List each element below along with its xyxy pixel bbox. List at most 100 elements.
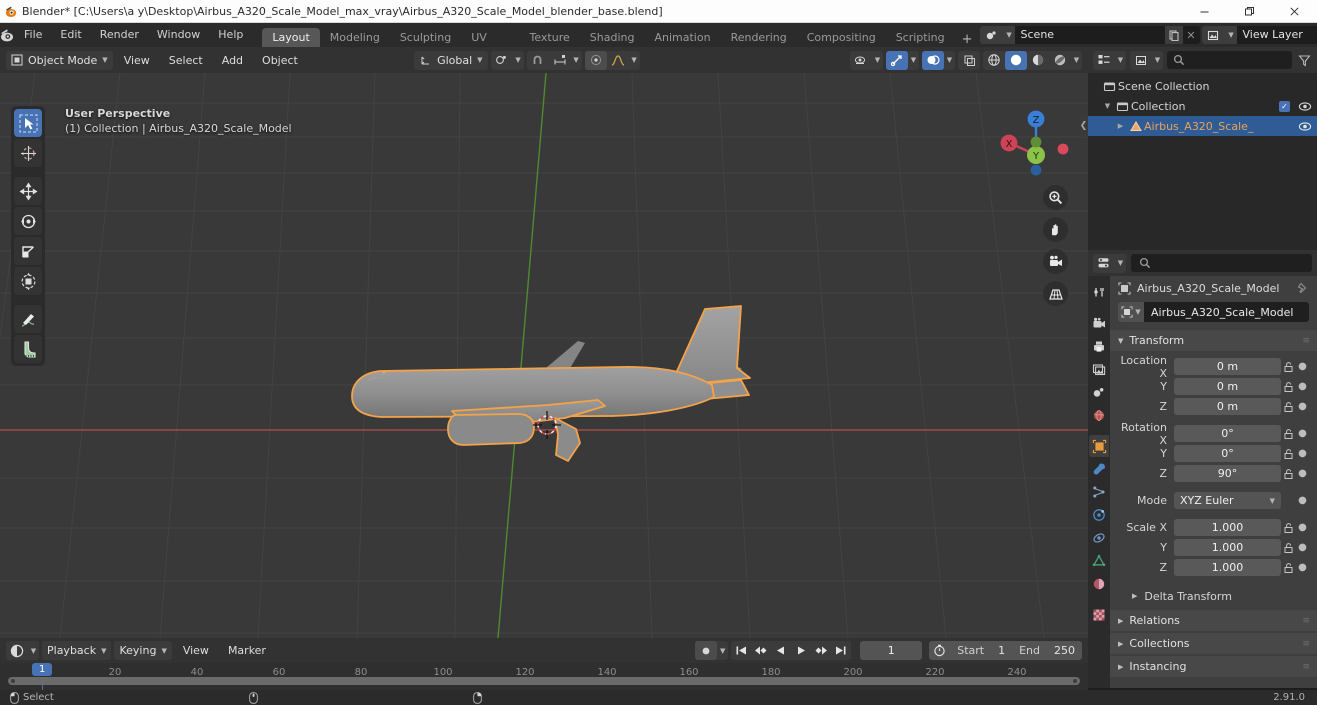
new-scene-button[interactable] (1164, 26, 1183, 44)
timeline-menu-playback[interactable]: Playback ▼ (42, 641, 112, 660)
properties-editor-chevron-icon[interactable]: ▼ (1115, 254, 1126, 273)
scale-x-field[interactable]: 1.000 (1174, 519, 1281, 536)
overlays-chevron-icon[interactable]: ▼ (944, 51, 955, 70)
snap-chevron-icon[interactable]: ▼ (571, 51, 582, 70)
transform-panel-header[interactable]: ▼ Transform ≡ (1110, 330, 1317, 351)
lock-icon[interactable] (1281, 468, 1296, 480)
outliner-row-collection[interactable]: ▼ Collection ✓ (1088, 96, 1317, 116)
animate-property-icon[interactable]: ● (1296, 542, 1309, 553)
end-frame-value[interactable]: 250 (1047, 641, 1082, 660)
play-button[interactable] (791, 641, 812, 660)
tool-rotate[interactable] (14, 207, 42, 235)
viewport-menu-object[interactable]: Object (254, 51, 306, 70)
auto-keying-icon[interactable] (695, 641, 718, 660)
grid-icon[interactable] (1043, 281, 1068, 306)
tool-tweak-select-box[interactable] (14, 109, 42, 137)
pivot-chevron-icon[interactable]: ▼ (513, 51, 524, 70)
view-layer-display-icon[interactable] (1130, 51, 1152, 70)
rendered-shading-icon[interactable] (1049, 51, 1071, 70)
tab-texture[interactable] (1089, 604, 1109, 626)
lock-icon[interactable] (1281, 401, 1296, 413)
tab-world[interactable] (1089, 404, 1109, 426)
xray-toggle-icon[interactable] (958, 51, 980, 70)
zoom-icon[interactable] (1043, 185, 1068, 210)
falloff-chevron-icon[interactable]: ▼ (629, 51, 640, 70)
navigation-gizmo[interactable]: Y Z X (998, 105, 1074, 181)
pivot-point-icon[interactable] (491, 51, 513, 70)
camera-icon[interactable] (1043, 249, 1068, 274)
view-layer-selector[interactable]: ▼ View Layer ✕ (1201, 26, 1317, 44)
tab-material[interactable] (1089, 573, 1109, 595)
tab-scripting[interactable]: Scripting (886, 28, 955, 47)
tab-view-layer[interactable] (1089, 358, 1109, 380)
tool-annotate[interactable] (14, 305, 42, 333)
tab-object-data[interactable] (1089, 550, 1109, 572)
viewport-menu-view[interactable]: View (116, 51, 158, 70)
animate-property-icon[interactable]: ● (1296, 381, 1309, 392)
collections-panel-header[interactable]: ▶ Collections ≡ (1110, 633, 1317, 654)
tab-tool[interactable] (1089, 281, 1109, 303)
tab-animation[interactable]: Animation (644, 28, 720, 47)
sidebar-toggle-icon[interactable]: ❮ (1079, 115, 1088, 137)
menu-window[interactable]: Window (148, 23, 209, 47)
outliner-row-scene-collection[interactable]: Scene Collection (1088, 76, 1317, 96)
properties-panel[interactable]: Airbus_A320_Scale_Model ▼ Airbus_A320_Sc… (1110, 276, 1317, 688)
animate-property-icon[interactable]: ● (1296, 448, 1309, 459)
delta-transform-subpanel[interactable]: ▶ Delta Transform (1110, 586, 1317, 606)
editor-type-selector[interactable]: Object Mode ▼ (6, 50, 113, 70)
outliner-editor-chevron-icon[interactable]: ▼ (1115, 51, 1126, 70)
tool-move[interactable] (14, 177, 42, 205)
transform-orientation-selector[interactable]: Global ▼ (414, 50, 488, 70)
tab-physics[interactable] (1089, 504, 1109, 526)
timeline-editor-icon[interactable] (6, 641, 28, 660)
jump-to-end-button[interactable] (831, 641, 852, 660)
previous-keyframe-button[interactable] (751, 641, 772, 660)
tab-object[interactable] (1089, 435, 1109, 457)
add-workspace-button[interactable]: + (955, 32, 980, 47)
outliner-tree[interactable]: Scene Collection ▼ Collection ✓ ▶ Airbus… (1088, 73, 1317, 250)
location-z-field[interactable]: 0 m (1174, 398, 1281, 415)
tool-measure[interactable] (14, 335, 42, 363)
lock-icon[interactable] (1281, 542, 1296, 554)
tab-compositing[interactable]: Compositing (797, 28, 886, 47)
start-frame-value[interactable]: 1 (991, 641, 1012, 660)
minimize-button[interactable] (1182, 0, 1227, 23)
instancing-panel-header[interactable]: ▶ Instancing ≡ (1110, 656, 1317, 677)
proportional-edit-icon[interactable] (584, 50, 607, 70)
auto-keying-chevron-icon[interactable]: ▼ (717, 641, 728, 660)
snap-target-icon[interactable] (549, 51, 571, 70)
tab-constraints[interactable] (1089, 527, 1109, 549)
pin-icon[interactable] (1297, 282, 1309, 294)
blender-menu-icon[interactable] (0, 23, 15, 47)
viewport-menu-select[interactable]: Select (161, 51, 211, 70)
expand-arrow-icon[interactable]: ▶ (1114, 122, 1127, 130)
jump-to-start-button[interactable] (731, 641, 752, 660)
display-mode-chevron-icon[interactable]: ▼ (1152, 51, 1163, 70)
scale-y-field[interactable]: 1.000 (1174, 539, 1281, 556)
timeline-menu-view[interactable]: View (175, 641, 217, 660)
tool-scale[interactable] (14, 237, 42, 265)
animate-property-icon[interactable]: ● (1296, 401, 1309, 412)
remove-scene-button[interactable]: ✕ (1183, 26, 1200, 44)
properties-editor-icon[interactable] (1093, 254, 1115, 273)
lock-icon[interactable] (1281, 381, 1296, 393)
timeline-editor-chevron-icon[interactable]: ▼ (28, 641, 39, 660)
animate-property-icon[interactable]: ● (1296, 428, 1309, 439)
animate-property-icon[interactable]: ● (1296, 468, 1309, 479)
material-preview-icon[interactable] (1027, 51, 1049, 70)
scene-selector[interactable]: ▼ Scene ✕ (979, 26, 1200, 44)
tab-layout[interactable]: Layout (262, 28, 320, 47)
location-y-field[interactable]: 0 m (1174, 378, 1281, 395)
scale-z-field[interactable]: 1.000 (1174, 559, 1281, 576)
view-layer-name[interactable]: View Layer (1236, 26, 1317, 44)
lock-icon[interactable] (1281, 428, 1296, 440)
eye-icon[interactable] (1297, 101, 1313, 112)
rotation-mode-dropdown[interactable]: XYZ Euler ▼ (1174, 492, 1281, 509)
next-keyframe-button[interactable] (811, 641, 832, 660)
animate-property-icon[interactable]: ● (1296, 495, 1309, 506)
expand-arrow-icon[interactable]: ▼ (1101, 102, 1114, 110)
tab-uv-editing[interactable]: UV Editing (461, 28, 519, 63)
timeline-playhead[interactable]: 1 (32, 663, 53, 690)
object-name-field[interactable]: ▼ Airbus_A320_Scale_Model (1118, 302, 1309, 322)
tab-particles[interactable] (1089, 481, 1109, 503)
